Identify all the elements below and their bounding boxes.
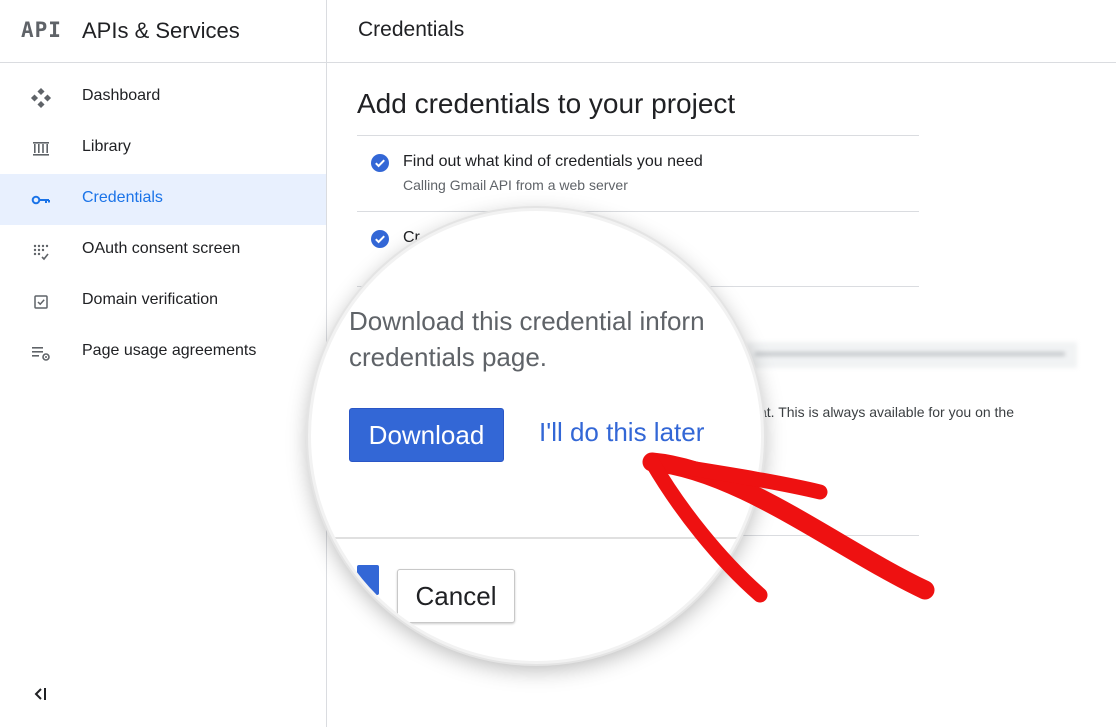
sidebar: API APIs & Services Dashboard Library Cr… [0,0,327,727]
sidebar-item-page-usage[interactable]: Page usage agreements [0,327,326,378]
done-button-partial[interactable] [357,565,379,595]
main-header: Credentials [327,0,1116,63]
magnified-text-line: credentials page. [349,342,548,372]
product-title[interactable]: APIs & Services [82,18,240,44]
step-title: Find out what kind of credentials you ne… [403,153,703,170]
step-subtitle: Calling Gmail API from a web server [403,177,628,193]
sidebar-item-label: OAuth consent screen [82,240,241,257]
client-id-value-blurred [755,352,1065,356]
sidebar-item-oauth-consent[interactable]: OAuth consent screen [0,225,326,276]
check-circle-icon [371,154,389,172]
sidebar-item-label: Dashboard [82,87,161,104]
library-icon [33,142,49,156]
settings-list-icon [32,347,50,361]
section-heading: Add credentials to your project [357,88,736,119]
annotation-arrow-icon [642,452,935,603]
sidebar-item-label: Domain verification [82,291,219,308]
sidebar-item-library[interactable]: Library [0,123,326,174]
check-circle-icon [371,230,389,248]
collapse-icon[interactable] [30,684,52,704]
cancel-button[interactable]: Cancel [397,569,515,623]
background-description: at. This is always available for you on … [759,404,1014,420]
magnified-description: Download this credential inforn credenti… [349,303,705,375]
sidebar-header: API APIs & Services [0,0,326,63]
sidebar-item-dashboard[interactable]: Dashboard [0,72,326,123]
download-button[interactable]: Download [349,408,504,462]
api-logo: API [21,18,62,42]
sidebar-item-domain-verification[interactable]: Domain verification [0,276,326,327]
sidebar-nav: Dashboard Library Credentials OAuth cons… [0,72,326,378]
sidebar-item-label: Library [82,138,131,155]
oauth-icon [33,244,49,261]
dashboard-icon [30,87,52,109]
magnified-text-line: Download this credential inforn [349,306,705,336]
key-icon [31,195,50,205]
step-1: Find out what kind of credentials you ne… [357,136,919,211]
sidebar-item-credentials[interactable]: Credentials [0,174,326,225]
sidebar-item-label: Credentials [82,189,163,206]
sidebar-item-label: Page usage agreements [82,342,257,359]
page-title: Credentials [358,18,465,41]
checkbox-icon [34,295,48,309]
